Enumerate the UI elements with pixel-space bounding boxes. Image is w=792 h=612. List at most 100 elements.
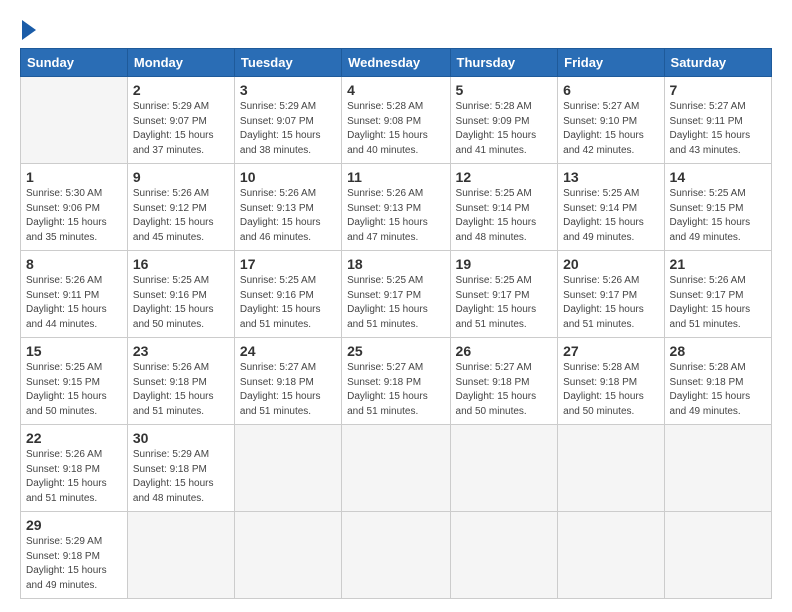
- day-info: Sunrise: 5:26 AM Sunset: 9:17 PM Dayligh…: [670, 274, 766, 332]
- calendar-cell: [342, 425, 450, 512]
- logo-text: [20, 20, 36, 42]
- calendar-cell: 18 Sunrise: 5:25 AM Sunset: 9:17 PM Dayli…: [342, 251, 450, 338]
- day-info: Sunrise: 5:25 AM Sunset: 9:15 PM Dayligh…: [26, 361, 122, 419]
- calendar-cell: 3Sunrise: 5:29 AM Sunset: 9:07 PM Daylig…: [234, 77, 341, 164]
- col-header-thursday: Thursday: [450, 49, 558, 77]
- day-info: Sunrise: 5:28 AM Sunset: 9:08 PM Dayligh…: [347, 100, 444, 158]
- day-info: Sunrise: 5:25 AM Sunset: 9:17 PM Dayligh…: [456, 274, 553, 332]
- calendar-cell: 19Sunrise: 5:25 AM Sunset: 9:17 PM Dayli…: [450, 251, 558, 338]
- calendar-cell: [450, 512, 558, 599]
- day-number: 16: [133, 256, 229, 272]
- calendar-cell: [127, 512, 234, 599]
- calendar-cell: 5 Sunrise: 5:28 AM Sunset: 9:09 PM Daylig…: [450, 77, 558, 164]
- calendar-cell: [664, 425, 771, 512]
- day-number: 20: [563, 256, 658, 272]
- day-info: Sunrise: 5:28 AM Sunset: 9:18 PM Dayligh…: [563, 361, 658, 419]
- day-number: 25: [347, 343, 444, 359]
- day-number: 1: [26, 169, 122, 185]
- day-info: Sunrise: 5:26 AM Sunset: 9:17 PM Dayligh…: [563, 274, 658, 332]
- day-number: 23: [133, 343, 229, 359]
- day-info: Sunrise: 5:27 AM Sunset: 9:18 PM Dayligh…: [347, 361, 444, 419]
- calendar-cell: 13 Sunrise: 5:25 AM Sunset: 9:14 PM Dayli…: [558, 164, 664, 251]
- day-number: 7: [670, 82, 766, 98]
- calendar-cell: 11 Sunrise: 5:26 AM Sunset: 9:13 PM Dayli…: [342, 164, 450, 251]
- day-info: Sunrise: 5:26 AM Sunset: 9:12 PM Dayligh…: [133, 187, 229, 245]
- calendar-cell: 22 Sunrise: 5:26 AM Sunset: 9:18 PM Dayli…: [21, 425, 128, 512]
- day-number: 30: [133, 430, 229, 446]
- day-info: Sunrise: 5:29 AM Sunset: 9:18 PM Dayligh…: [26, 535, 122, 593]
- calendar-cell: 24Sunrise: 5:27 AM Sunset: 9:18 PM Dayli…: [234, 338, 341, 425]
- day-number: 27: [563, 343, 658, 359]
- calendar-cell: 14 Sunrise: 5:25 AM Sunset: 9:15 PM Dayli…: [664, 164, 771, 251]
- day-number: 13: [563, 169, 658, 185]
- day-number: 2: [133, 82, 229, 98]
- logo-arrow-icon: [22, 20, 36, 40]
- day-number: 8: [26, 256, 122, 272]
- calendar-cell: 4Sunrise: 5:28 AM Sunset: 9:08 PM Daylig…: [342, 77, 450, 164]
- day-info: Sunrise: 5:27 AM Sunset: 9:10 PM Dayligh…: [563, 100, 658, 158]
- day-number: 14: [670, 169, 766, 185]
- day-info: Sunrise: 5:25 AM Sunset: 9:17 PM Dayligh…: [347, 274, 444, 332]
- day-number: 21: [670, 256, 766, 272]
- day-number: 11: [347, 169, 444, 185]
- day-info: Sunrise: 5:28 AM Sunset: 9:09 PM Dayligh…: [456, 100, 553, 158]
- day-info: Sunrise: 5:27 AM Sunset: 9:18 PM Dayligh…: [456, 361, 553, 419]
- calendar-cell: 7Sunrise: 5:27 AM Sunset: 9:11 PM Daylig…: [664, 77, 771, 164]
- day-number: 6: [563, 82, 658, 98]
- day-info: Sunrise: 5:25 AM Sunset: 9:14 PM Dayligh…: [563, 187, 658, 245]
- calendar-cell: [234, 425, 341, 512]
- calendar-week-row: 22 Sunrise: 5:26 AM Sunset: 9:18 PM Dayli…: [21, 425, 772, 512]
- day-info: Sunrise: 5:29 AM Sunset: 9:07 PM Dayligh…: [133, 100, 229, 158]
- calendar-week-row: 8 Sunrise: 5:26 AM Sunset: 9:11 PM Daylig…: [21, 251, 772, 338]
- col-header-sunday: Sunday: [21, 49, 128, 77]
- calendar-week-row: 2 Sunrise: 5:29 AM Sunset: 9:07 PM Daylig…: [21, 77, 772, 164]
- calendar-cell: 17 Sunrise: 5:25 AM Sunset: 9:16 PM Dayli…: [234, 251, 341, 338]
- calendar-cell: 6 Sunrise: 5:27 AM Sunset: 9:10 PM Daylig…: [558, 77, 664, 164]
- calendar-cell: 29Sunrise: 5:29 AM Sunset: 9:18 PM Dayli…: [21, 512, 128, 599]
- day-info: Sunrise: 5:30 AM Sunset: 9:06 PM Dayligh…: [26, 187, 122, 245]
- day-number: 17: [240, 256, 336, 272]
- calendar-cell: 26Sunrise: 5:27 AM Sunset: 9:18 PM Dayli…: [450, 338, 558, 425]
- day-number: 5: [456, 82, 553, 98]
- calendar-cell: [664, 512, 771, 599]
- day-info: Sunrise: 5:25 AM Sunset: 9:15 PM Dayligh…: [670, 187, 766, 245]
- day-info: Sunrise: 5:25 AM Sunset: 9:16 PM Dayligh…: [240, 274, 336, 332]
- day-info: Sunrise: 5:29 AM Sunset: 9:18 PM Dayligh…: [133, 448, 229, 506]
- day-number: 15: [26, 343, 122, 359]
- day-info: Sunrise: 5:26 AM Sunset: 9:11 PM Dayligh…: [26, 274, 122, 332]
- day-number: 28: [670, 343, 766, 359]
- calendar-week-row: 1 Sunrise: 5:30 AM Sunset: 9:06 PM Daylig…: [21, 164, 772, 251]
- calendar-cell: 28Sunrise: 5:28 AM Sunset: 9:18 PM Dayli…: [664, 338, 771, 425]
- calendar-cell: 8 Sunrise: 5:26 AM Sunset: 9:11 PM Daylig…: [21, 251, 128, 338]
- day-info: Sunrise: 5:29 AM Sunset: 9:07 PM Dayligh…: [240, 100, 336, 158]
- calendar-header-row: SundayMondayTuesdayWednesdayThursdayFrid…: [21, 49, 772, 77]
- calendar-cell: 25 Sunrise: 5:27 AM Sunset: 9:18 PM Dayli…: [342, 338, 450, 425]
- calendar-cell: 30 Sunrise: 5:29 AM Sunset: 9:18 PM Dayli…: [127, 425, 234, 512]
- calendar-cell: [234, 512, 341, 599]
- calendar-week-row: 29Sunrise: 5:29 AM Sunset: 9:18 PM Dayli…: [21, 512, 772, 599]
- calendar-cell: 2 Sunrise: 5:29 AM Sunset: 9:07 PM Daylig…: [127, 77, 234, 164]
- col-header-tuesday: Tuesday: [234, 49, 341, 77]
- calendar-cell: [450, 425, 558, 512]
- col-header-friday: Friday: [558, 49, 664, 77]
- calendar-cell: 23Sunrise: 5:26 AM Sunset: 9:18 PM Dayli…: [127, 338, 234, 425]
- calendar-cell: 16 Sunrise: 5:25 AM Sunset: 9:16 PM Dayli…: [127, 251, 234, 338]
- day-info: Sunrise: 5:26 AM Sunset: 9:13 PM Dayligh…: [347, 187, 444, 245]
- col-header-saturday: Saturday: [664, 49, 771, 77]
- calendar-cell: 1 Sunrise: 5:30 AM Sunset: 9:06 PM Daylig…: [21, 164, 128, 251]
- day-info: Sunrise: 5:25 AM Sunset: 9:14 PM Dayligh…: [456, 187, 553, 245]
- header: [20, 20, 772, 42]
- calendar-week-row: 15 Sunrise: 5:25 AM Sunset: 9:15 PM Dayli…: [21, 338, 772, 425]
- day-number: 10: [240, 169, 336, 185]
- day-info: Sunrise: 5:25 AM Sunset: 9:16 PM Dayligh…: [133, 274, 229, 332]
- calendar-cell: [558, 512, 664, 599]
- calendar-cell: 15 Sunrise: 5:25 AM Sunset: 9:15 PM Dayli…: [21, 338, 128, 425]
- logo: [20, 20, 36, 42]
- calendar-cell: 10Sunrise: 5:26 AM Sunset: 9:13 PM Dayli…: [234, 164, 341, 251]
- calendar-table: SundayMondayTuesdayWednesdayThursdayFrid…: [20, 48, 772, 599]
- day-info: Sunrise: 5:26 AM Sunset: 9:18 PM Dayligh…: [26, 448, 122, 506]
- day-number: 18: [347, 256, 444, 272]
- day-number: 9: [133, 169, 229, 185]
- day-number: 22: [26, 430, 122, 446]
- day-info: Sunrise: 5:27 AM Sunset: 9:18 PM Dayligh…: [240, 361, 336, 419]
